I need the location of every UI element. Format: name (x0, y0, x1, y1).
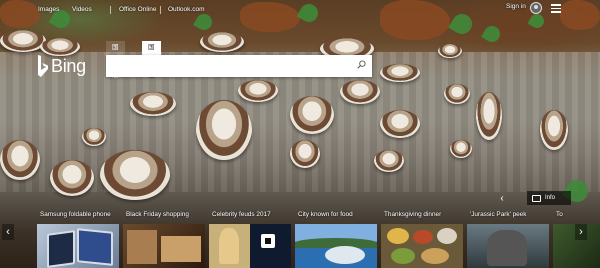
card-thumbnail (209, 224, 291, 268)
mushroom-decor (196, 100, 252, 160)
carousel-prev-button[interactable]: ‹ (2, 224, 14, 240)
previous-image-button[interactable]: ‹ (495, 192, 509, 206)
mushroom-decor (50, 160, 94, 196)
search-box (106, 55, 372, 77)
carousel-card[interactable]: City known for food (295, 209, 379, 268)
search-icon[interactable] (357, 60, 366, 69)
nav-divider (160, 6, 161, 14)
bing-wordmark: Bing (51, 56, 86, 76)
mushroom-decor (380, 110, 420, 138)
nav-office-link[interactable]: Office Online (119, 6, 156, 13)
card-title: Black Friday shopping (126, 211, 189, 218)
mushroom-decor (450, 140, 472, 158)
card-title: To (556, 211, 563, 218)
card-thumbnail (381, 224, 463, 268)
card-title: 'Jurassic Park' peek (470, 211, 527, 218)
carousel-card[interactable]: Thanksgiving dinner (381, 209, 465, 268)
mushroom-decor (40, 38, 80, 56)
mushroom-decor (238, 80, 278, 102)
card-title: Thanksgiving dinner (384, 211, 442, 218)
bing-b-icon (38, 55, 48, 77)
mushroom-decor (100, 150, 170, 200)
card-title: Celebrity feuds 2017 (212, 211, 271, 218)
mushroom-decor (476, 92, 502, 140)
mushroom-decor (340, 80, 380, 104)
mushroom-decor (380, 64, 420, 82)
card-title: Samsung foldable phone (40, 211, 111, 218)
info-label: Info (545, 195, 556, 201)
card-thumbnail (295, 224, 377, 268)
carousel-card[interactable]: Celebrity feuds 2017 (209, 209, 293, 268)
nav-images-link[interactable]: Images (38, 6, 59, 13)
sign-in-link[interactable]: Sign in (506, 3, 526, 10)
carousel-next-button[interactable]: › (575, 224, 587, 240)
mushroom-decor (130, 92, 176, 116)
nav-outlook-link[interactable]: Outlook.com (168, 6, 205, 13)
hamburger-menu-icon[interactable] (551, 4, 561, 13)
avatar-icon[interactable] (530, 2, 542, 14)
nav-divider (110, 6, 111, 14)
mushroom-decor (444, 84, 470, 104)
mushroom-decor (290, 140, 320, 168)
card-thumbnail (123, 224, 205, 268)
mushroom-decor (0, 140, 40, 180)
search-input[interactable] (110, 58, 354, 76)
card-thumbnail (467, 224, 549, 268)
tab-international[interactable]: 国际版 (142, 41, 161, 79)
card-thumbnail (37, 224, 119, 268)
trending-carousel: Samsung foldable phone Black Friday shop… (0, 209, 600, 268)
carousel-card[interactable]: Samsung foldable phone (37, 209, 121, 268)
carousel-card[interactable]: Black Friday shopping (123, 209, 207, 268)
mushroom-decor (374, 150, 404, 172)
mushroom-decor (290, 96, 334, 134)
carousel-card[interactable]: 'Jurassic Park' peek (467, 209, 551, 268)
nav-videos-link[interactable]: Videos (72, 6, 92, 13)
mushroom-decor (200, 32, 244, 52)
image-info-button[interactable]: Info (527, 191, 571, 205)
leaf-decor (481, 23, 503, 45)
bing-logo[interactable]: Bing (38, 55, 96, 79)
card-title: City known for food (298, 211, 353, 218)
camera-icon (532, 195, 541, 202)
tab-china[interactable]: 国内版 (106, 41, 125, 79)
mushroom-decor (438, 44, 462, 58)
mushroom-decor (0, 30, 46, 52)
mushroom-decor (540, 110, 568, 150)
mushroom-decor (82, 128, 106, 146)
